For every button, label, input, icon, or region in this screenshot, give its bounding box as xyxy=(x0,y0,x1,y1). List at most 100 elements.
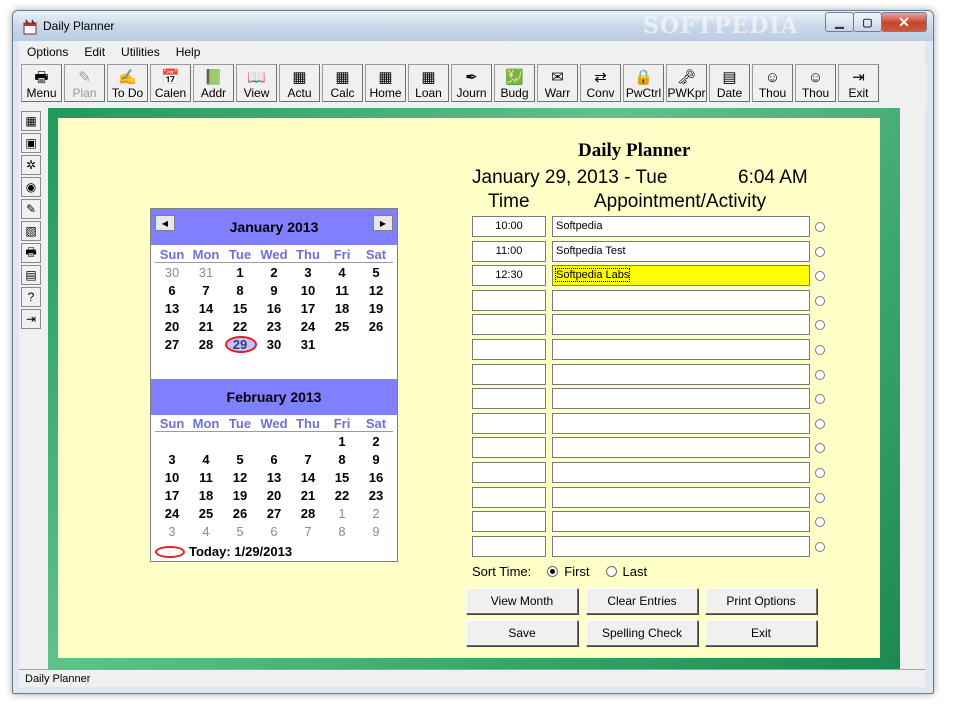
side-note-button[interactable]: ▣ xyxy=(21,133,41,153)
calendar-day[interactable]: 27 xyxy=(257,506,291,524)
row-select-radio[interactable] xyxy=(815,517,825,528)
calendar-day[interactable]: 2 xyxy=(359,506,393,524)
calendar-day[interactable]: 24 xyxy=(291,319,325,337)
toolbar-calen-button[interactable]: 📅 Calen xyxy=(150,64,191,102)
calendar-day[interactable]: 7 xyxy=(291,524,325,542)
calendar-day[interactable]: 31 xyxy=(189,265,223,283)
calendar-day[interactable]: 6 xyxy=(155,283,189,301)
calendar-day[interactable]: 20 xyxy=(257,488,291,506)
calendar-day-today[interactable]: 29 xyxy=(223,336,257,355)
menu-utilities[interactable]: Utilities xyxy=(113,45,168,59)
calendar-day[interactable]: 11 xyxy=(189,470,223,488)
title-bar[interactable]: Daily Planner SOFTPEDIA ▁ ▢ ✕ xyxy=(13,11,933,41)
side-help-button[interactable]: ? xyxy=(21,287,41,307)
calendar-day[interactable]: 8 xyxy=(325,524,359,542)
menu-help[interactable]: Help xyxy=(168,45,209,59)
toolbar-exit-button[interactable]: ⇥ Exit xyxy=(838,64,879,102)
toolbar-to-do-button[interactable]: ✍ To Do xyxy=(107,64,148,102)
activity-input[interactable] xyxy=(552,338,810,360)
clear-entries-button[interactable]: Clear Entries xyxy=(586,588,698,614)
calendar-day[interactable]: 28 xyxy=(291,506,325,524)
toolbar-actu-button[interactable]: ▦ Actu xyxy=(279,64,320,102)
calendar-day[interactable]: 4 xyxy=(189,524,223,542)
calendar-day[interactable]: 4 xyxy=(189,452,223,470)
sort-first-radio[interactable] xyxy=(547,566,559,577)
time-input[interactable]: 11:00 xyxy=(472,240,546,262)
row-select-radio[interactable] xyxy=(815,344,825,355)
calendar-day[interactable]: 7 xyxy=(189,283,223,301)
view-month-button[interactable]: View Month xyxy=(466,588,578,614)
calendar-day[interactable]: 13 xyxy=(155,301,189,319)
activity-input[interactable] xyxy=(552,412,810,434)
toolbar-budg-button[interactable]: 💹 Budg xyxy=(494,64,535,102)
calendar-day[interactable]: 11 xyxy=(325,283,359,301)
row-select-radio[interactable] xyxy=(815,492,825,503)
calendar-day[interactable]: 21 xyxy=(291,488,325,506)
toolbar-view-button[interactable]: 📖 View xyxy=(236,64,277,102)
calendar-day[interactable]: 6 xyxy=(257,452,291,470)
menu-options[interactable]: Options xyxy=(19,45,76,59)
activity-input[interactable] xyxy=(552,314,810,336)
today-indicator[interactable]: Today: 1/29/2013 xyxy=(155,544,292,559)
row-select-radio[interactable] xyxy=(815,246,825,257)
calendar-day[interactable]: 24 xyxy=(155,506,189,524)
calendar-day[interactable]: 13 xyxy=(257,470,291,488)
row-select-radio[interactable] xyxy=(815,369,825,380)
activity-input[interactable] xyxy=(552,289,810,311)
side-calendar-button[interactable]: ▤ xyxy=(21,265,41,285)
activity-input[interactable] xyxy=(552,511,810,533)
spelling-check-button[interactable]: Spelling Check xyxy=(586,620,698,646)
calendar-day[interactable]: 25 xyxy=(189,506,223,524)
calendar-day[interactable]: 23 xyxy=(257,319,291,337)
calendar-day[interactable]: 9 xyxy=(359,452,393,470)
calendar-day[interactable]: 9 xyxy=(257,283,291,301)
time-input[interactable] xyxy=(472,511,546,533)
activity-input[interactable]: Softpedia Labs xyxy=(552,265,810,287)
calendar-day[interactable]: 25 xyxy=(325,319,359,337)
calendar-day[interactable]: 14 xyxy=(189,301,223,319)
activity-input[interactable] xyxy=(552,486,810,508)
calendar-day[interactable]: 15 xyxy=(223,301,257,319)
calendar-day[interactable]: 1 xyxy=(325,434,359,452)
calendar-day[interactable]: 5 xyxy=(359,265,393,283)
calendar-day[interactable]: 30 xyxy=(155,265,189,283)
calendar-day[interactable]: 6 xyxy=(257,524,291,542)
calendar-day[interactable]: 3 xyxy=(291,265,325,283)
toolbar-conv-button[interactable]: ⇄ Conv xyxy=(580,64,621,102)
activity-input[interactable]: Softpedia Test xyxy=(552,240,810,262)
calendar-day[interactable]: 5 xyxy=(223,524,257,542)
activity-input[interactable] xyxy=(552,388,810,410)
time-input[interactable] xyxy=(472,486,546,508)
calendar-day[interactable]: 23 xyxy=(359,488,393,506)
sort-last-label[interactable]: Last xyxy=(623,564,648,579)
row-select-radio[interactable] xyxy=(815,271,825,282)
activity-input[interactable] xyxy=(552,437,810,459)
side-tools-button[interactable]: ✲ xyxy=(21,155,41,175)
row-select-radio[interactable] xyxy=(815,418,825,429)
calendar-day[interactable]: 28 xyxy=(189,337,223,355)
calendar-day[interactable]: 12 xyxy=(359,283,393,301)
calendar-day[interactable]: 31 xyxy=(291,337,325,355)
calendar-day[interactable]: 17 xyxy=(155,488,189,506)
time-input[interactable] xyxy=(472,338,546,360)
row-select-radio[interactable] xyxy=(815,222,825,232)
calendar-day[interactable]: 8 xyxy=(325,452,359,470)
sort-last-radio[interactable] xyxy=(605,566,617,577)
calendar-day[interactable]: 4 xyxy=(325,265,359,283)
calendar-day[interactable]: 22 xyxy=(325,488,359,506)
calendar-day[interactable]: 1 xyxy=(325,506,359,524)
toolbar-plan-button[interactable]: ✎ Plan xyxy=(64,64,105,102)
row-select-radio[interactable] xyxy=(815,295,825,306)
calendar-day[interactable]: 2 xyxy=(359,434,393,452)
toolbar-menu-button[interactable]: 🖶 Menu xyxy=(21,64,62,102)
calendar-day[interactable]: 15 xyxy=(325,470,359,488)
row-select-radio[interactable] xyxy=(815,443,825,454)
time-input[interactable] xyxy=(472,412,546,434)
calendar-day[interactable]: 18 xyxy=(325,301,359,319)
side-eye-button[interactable]: ◉ xyxy=(21,177,41,197)
calendar-day[interactable]: 9 xyxy=(359,524,393,542)
calendar-day[interactable]: 16 xyxy=(359,470,393,488)
calendar-day[interactable]: 1 xyxy=(223,265,257,283)
row-select-radio[interactable] xyxy=(815,394,825,405)
close-button[interactable]: ✕ xyxy=(881,12,927,32)
